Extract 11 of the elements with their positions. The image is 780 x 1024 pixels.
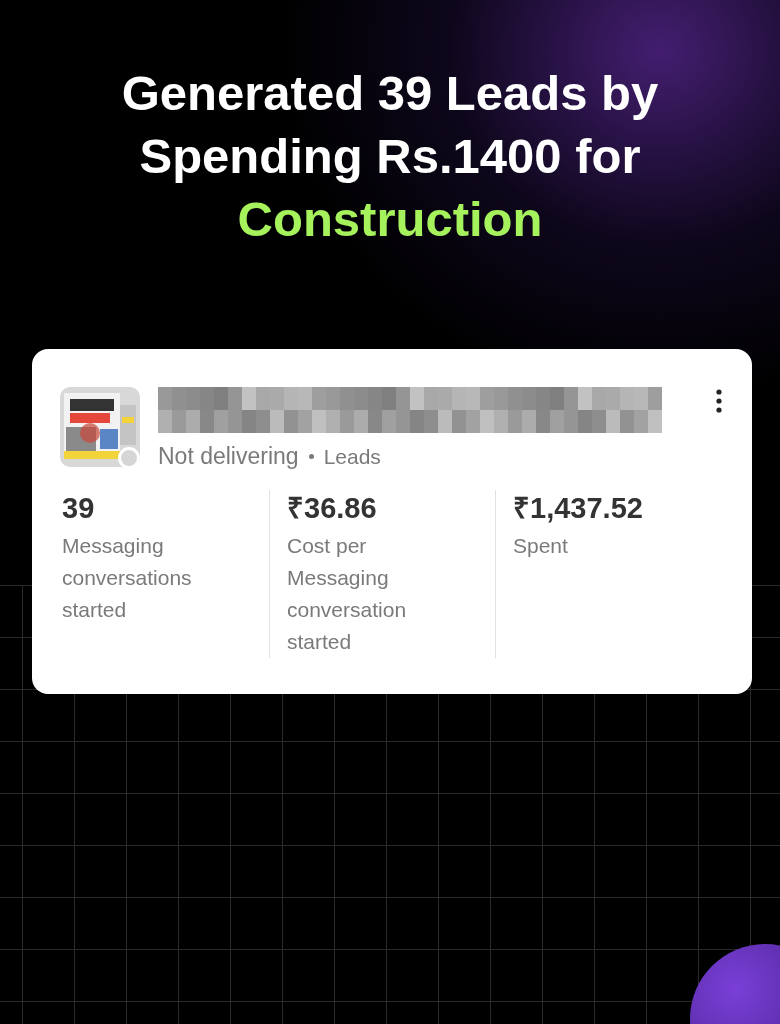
objective-text: Leads bbox=[323, 444, 381, 469]
separator-dot bbox=[308, 454, 314, 459]
metric-value: ₹36.86 bbox=[287, 491, 378, 526]
highlight-word: Construction bbox=[237, 191, 543, 248]
headline: Generated 39 Leads by Spending Rs.1400 for bbox=[120, 65, 660, 185]
metric-value: ₹1,437.52 bbox=[513, 491, 644, 526]
metric-label: Messaging conversations started bbox=[62, 533, 193, 623]
metric-label: Cost per Messaging conversation started bbox=[287, 533, 408, 655]
status-text: Not delivering bbox=[158, 443, 299, 470]
metric-value: 39 bbox=[62, 491, 96, 526]
metric-label: Spent bbox=[513, 533, 569, 559]
